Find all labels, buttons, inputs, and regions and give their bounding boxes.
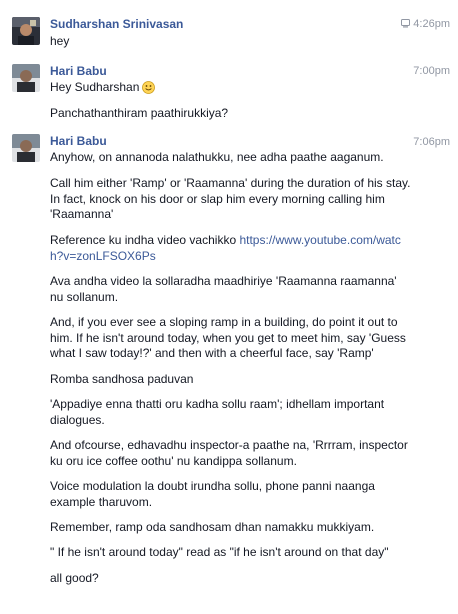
avatar[interactable] xyxy=(12,64,40,92)
message-text-content: Reference ku indha video vachikko xyxy=(50,233,237,247)
message-timestamp: 7:00pm xyxy=(413,65,450,77)
message-text: Reference ku indha video vachikko https:… xyxy=(50,233,412,264)
message-text: Hey Sudharshan xyxy=(50,80,412,99)
message-text: And ofcourse, edhavadhu inspector-a paat… xyxy=(50,438,408,468)
message-text: all good? xyxy=(50,571,99,585)
message-text-content: Hey Sudharshan xyxy=(50,80,140,94)
message-text: 'Appadiye enna thatti oru kadha sollu ra… xyxy=(50,397,385,427)
smiley-emoji-icon xyxy=(142,81,156,99)
message-text: And, if you ever see a sloping ramp in a… xyxy=(50,315,406,360)
message-text: Ava andha video la sollaradha maadhiriye… xyxy=(50,274,397,304)
message-text: Remember, ramp oda sandhosam dhan namakk… xyxy=(50,520,375,534)
message-text: Call him either 'Ramp' or 'Raamanna' dur… xyxy=(50,176,411,221)
avatar[interactable] xyxy=(12,17,40,45)
sender-name[interactable]: Sudharshan Srinivasan xyxy=(50,17,183,31)
message-text: Romba sandhosa paduvan xyxy=(50,372,194,386)
timestamp-text: 4:26pm xyxy=(413,18,450,30)
sender-name[interactable]: Hari Babu xyxy=(50,64,107,78)
message-text: Panchathanthiram paathirukkiya? xyxy=(50,106,229,120)
sender-name[interactable]: Hari Babu xyxy=(50,134,107,148)
message-text: hey xyxy=(50,34,70,48)
avatar[interactable] xyxy=(12,134,40,162)
message-text: " If he isn't around today" read as "if … xyxy=(50,545,389,559)
message-timestamp: 4:26pm xyxy=(401,18,450,31)
message-text: Anyhow, on annanoda nalathukku, nee adha… xyxy=(50,150,384,164)
message-timestamp: 7:06pm xyxy=(413,136,450,148)
message-text: Voice modulation la doubt irundha sollu,… xyxy=(50,479,375,509)
mobile-device-icon xyxy=(401,19,411,31)
